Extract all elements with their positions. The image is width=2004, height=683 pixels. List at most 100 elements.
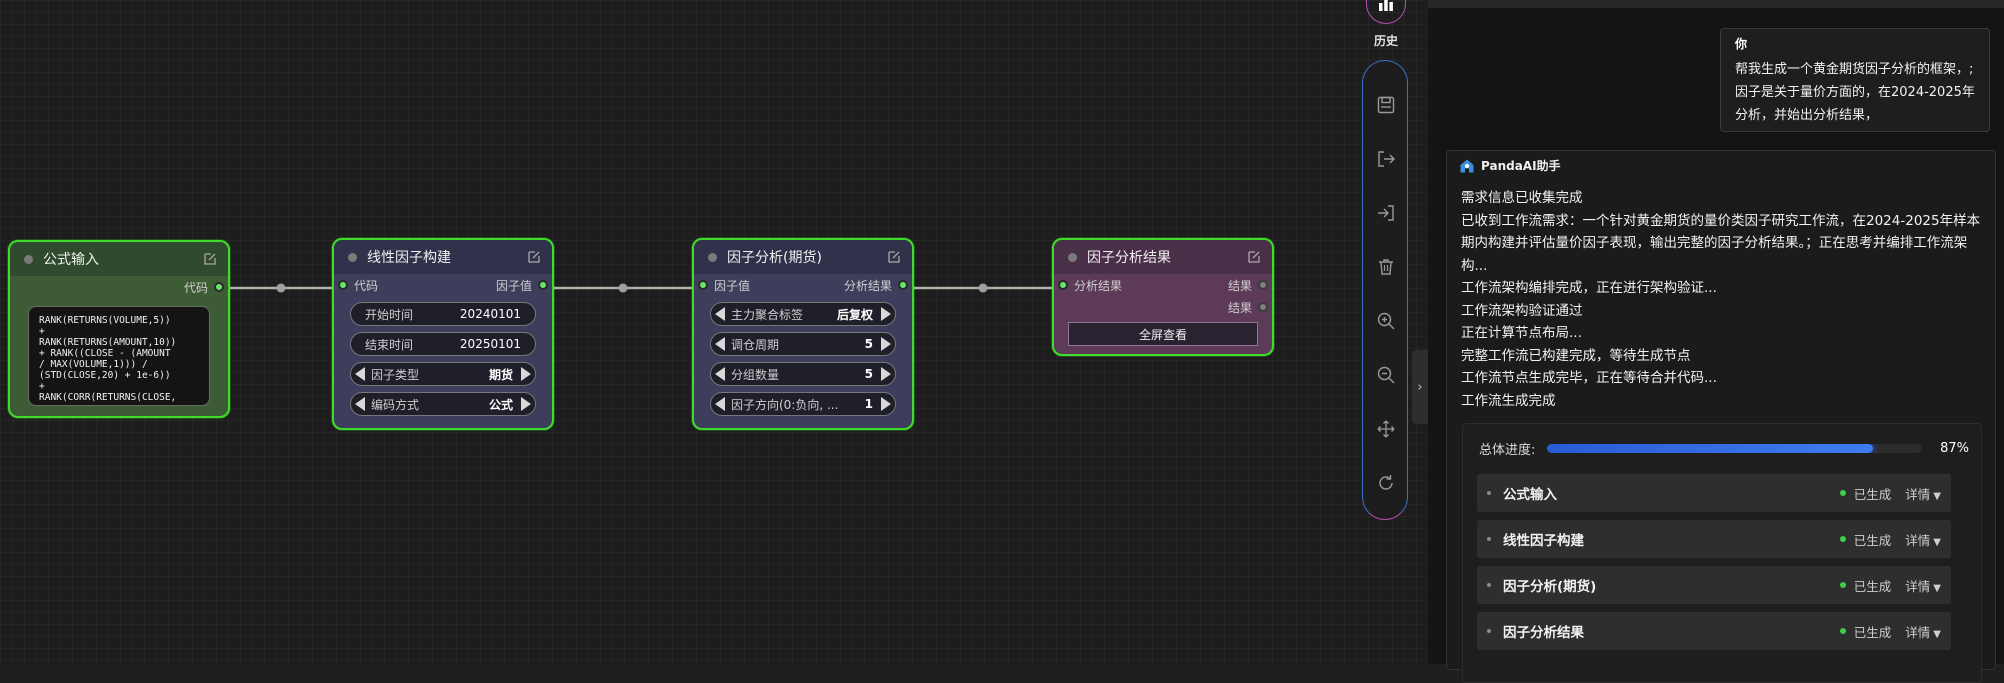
node-factor-analysis[interactable]: 因子分析(期货) 因子值 分析结果 主力聚合标签 后复权 调仓周期 5 分组数量… (692, 238, 914, 430)
node-formula-input[interactable]: 公式输入 代码 RANK(RETURNS(VOLUME,5)) + RANK(R… (8, 240, 230, 418)
end-time-field[interactable]: 结束时间 20250101 (350, 332, 536, 356)
workflow-canvas[interactable]: 公式输入 代码 RANK(RETURNS(VOLUME,5)) + RANK(R… (0, 0, 1428, 664)
output-label: 分析结果 (843, 279, 892, 293)
increment-arrow-icon[interactable] (521, 367, 531, 381)
collapse-dot-icon[interactable] (1068, 252, 1077, 262)
message-line: 工作流生成完成 (1461, 392, 1556, 409)
step-item[interactable]: 因子分析结果 已生成 详情 ▼ (1477, 612, 1951, 650)
encoding-combo[interactable]: 编码方式 公式 (350, 392, 536, 416)
step-item[interactable]: 因子分析(期货) 已生成 详情 ▼ (1477, 566, 1951, 604)
connection-midpoint[interactable] (978, 283, 988, 293)
increment-arrow-icon[interactable] (881, 367, 891, 381)
output-port[interactable] (538, 280, 548, 290)
edit-icon[interactable] (886, 249, 902, 265)
increment-arrow-icon[interactable] (881, 397, 891, 411)
input-port[interactable] (1058, 280, 1068, 290)
decrement-arrow-icon[interactable] (715, 307, 725, 321)
delete-icon[interactable] (1376, 257, 1396, 277)
details-toggle[interactable]: 详情 ▼ (1905, 576, 1941, 595)
edit-icon[interactable] (526, 249, 542, 265)
field-label: 开始时间 (365, 307, 414, 322)
save-icon[interactable] (1376, 95, 1396, 115)
step-name: 因子分析(期货) (1503, 579, 1597, 595)
panel-collapse-toggle[interactable]: › (1412, 350, 1428, 424)
node-title: 因子分析(期货) (727, 250, 822, 266)
decrement-arrow-icon[interactable] (715, 397, 725, 411)
export-icon[interactable] (1376, 149, 1396, 169)
field-value: 5 (864, 367, 873, 381)
edit-icon[interactable] (202, 251, 218, 267)
input-port[interactable] (698, 280, 708, 290)
node-header[interactable]: 公式输入 (10, 242, 228, 276)
input-port[interactable] (338, 280, 348, 290)
fullscreen-button[interactable]: 全屏查看 (1068, 322, 1258, 346)
factor-direction-combo[interactable]: 因子方向(0:负向, ... 1 (710, 392, 896, 416)
node-title: 公式输入 (43, 252, 99, 268)
group-count-combo[interactable]: 分组数量 5 (710, 362, 896, 386)
history-button[interactable] (1366, 0, 1406, 24)
connection-midpoint[interactable] (276, 283, 286, 293)
progress-bar (1547, 443, 1923, 453)
step-item[interactable]: 线性因子构建 已生成 详情 ▼ (1477, 520, 1951, 558)
decrement-arrow-icon[interactable] (715, 367, 725, 381)
assistant-message-lines: 需求信息已收集完成 已收到工作流需求：一个针对黄金期货的量价类因子研究工作流，在… (1461, 187, 1981, 412)
field-value: 20250101 (459, 337, 521, 351)
start-time-field[interactable]: 开始时间 20240101 (350, 302, 536, 326)
field-value: 1 (864, 397, 873, 411)
increment-arrow-icon[interactable] (881, 307, 891, 321)
output-port[interactable] (1258, 280, 1268, 290)
refresh-icon[interactable] (1376, 473, 1396, 493)
output-port[interactable] (214, 282, 224, 292)
output-port[interactable] (898, 280, 908, 290)
node-factor-result[interactable]: 因子分析结果 分析结果 结果 结果 全屏查看 (1052, 238, 1274, 356)
history-control: 历史 (1360, 0, 1412, 50)
port-row: 代码 因子值 (334, 274, 552, 296)
node-header[interactable]: 因子分析(期货) (694, 240, 912, 274)
details-toggle[interactable]: 详情 ▼ (1905, 530, 1941, 549)
decrement-arrow-icon[interactable] (355, 367, 365, 381)
progress-percent: 87% (1940, 440, 1969, 456)
zoom-out-icon[interactable] (1376, 365, 1396, 385)
rebalance-period-combo[interactable]: 调仓周期 5 (710, 332, 896, 356)
step-status: 已生成 (1853, 486, 1892, 502)
connection-midpoint[interactable] (618, 283, 628, 293)
port-row: 因子值 分析结果 (694, 274, 912, 296)
factor-type-combo[interactable]: 因子类型 期货 (350, 362, 536, 386)
decrement-arrow-icon[interactable] (715, 337, 725, 351)
node-header[interactable]: 线性因子构建 (334, 240, 552, 274)
overall-progress: 总体进度: 87% (1479, 438, 1969, 458)
details-toggle[interactable]: 详情 ▼ (1905, 484, 1941, 503)
step-name: 公式输入 (1503, 487, 1557, 503)
collapse-dot-icon[interactable] (708, 252, 717, 262)
import-icon[interactable] (1376, 203, 1396, 223)
contract-combo[interactable]: 主力聚合标签 后复权 (710, 302, 896, 326)
field-value: 5 (864, 337, 873, 351)
edit-icon[interactable] (1246, 249, 1262, 265)
input-label: 分析结果 (1074, 279, 1123, 293)
progress-bar-fill (1547, 443, 1874, 453)
increment-arrow-icon[interactable] (521, 397, 531, 411)
code-editor[interactable]: RANK(RETURNS(VOLUME,5)) + RANK(RETURNS(A… (28, 306, 210, 406)
output-label: 因子值 (495, 279, 532, 293)
output-label: 结果 (1227, 301, 1252, 315)
decrement-arrow-icon[interactable] (355, 397, 365, 411)
details-toggle[interactable]: 详情 ▼ (1905, 622, 1941, 641)
increment-arrow-icon[interactable] (881, 337, 891, 351)
field-label: 因子类型 (371, 367, 420, 382)
step-item[interactable]: 公式输入 已生成 详情 ▼ (1477, 474, 1951, 512)
collapse-dot-icon[interactable] (348, 252, 357, 262)
zoom-in-icon[interactable] (1376, 311, 1396, 331)
caret-down-icon: ▼ (1933, 490, 1941, 502)
field-label: 主力聚合标签 (731, 307, 804, 322)
message-line: 正在计算节点布局... (1461, 325, 1582, 341)
message-line: 完整工作流已构建完成，等待生成节点 (1461, 347, 1691, 364)
step-status: 已生成 (1853, 624, 1892, 640)
progress-label: 总体进度: (1479, 442, 1536, 458)
node-linear-factor[interactable]: 线性因子构建 代码 因子值 开始时间 20240101 结束时间 2025010… (332, 238, 554, 430)
input-label: 代码 (354, 279, 379, 293)
collapse-dot-icon[interactable] (24, 254, 33, 264)
node-header[interactable]: 因子分析结果 (1054, 240, 1272, 274)
output-port[interactable] (1258, 302, 1268, 312)
move-icon[interactable] (1376, 419, 1396, 439)
output-label: 代码 (183, 281, 208, 295)
